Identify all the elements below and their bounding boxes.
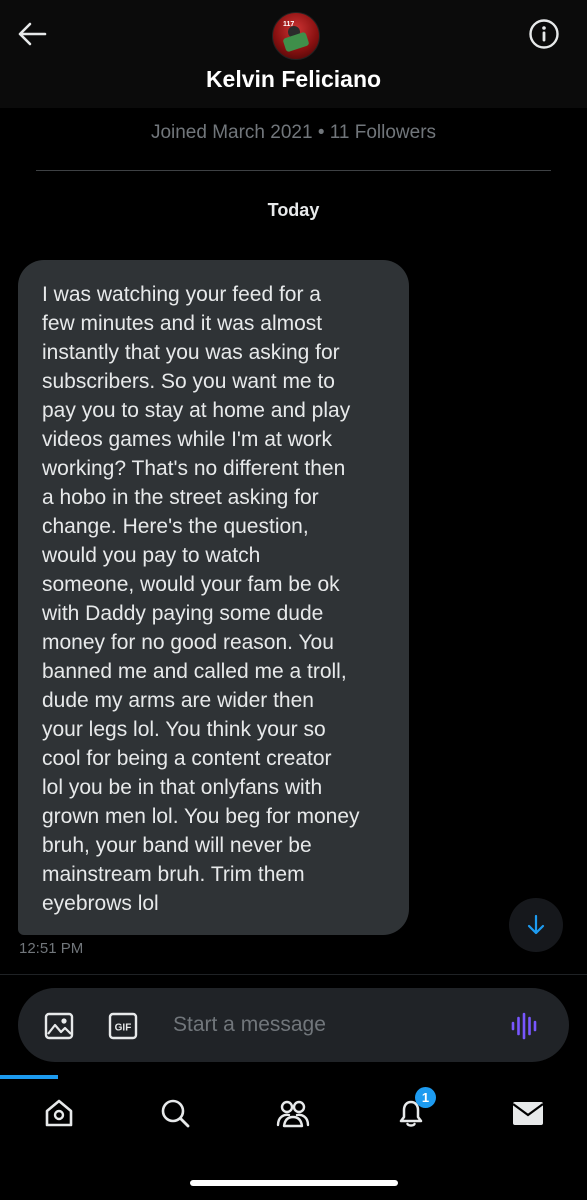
voice-message-button[interactable] [510,1012,540,1040]
tab-notifications[interactable]: 1 [391,1087,436,1133]
info-icon [529,19,559,49]
message-timestamp: 12:51 PM [19,940,84,957]
info-button[interactable] [526,16,562,52]
arrow-down-icon [527,914,545,935]
avatar-graphic [282,31,310,53]
avatar[interactable]: 117 [272,12,320,60]
add-photo-button[interactable] [44,1012,74,1040]
profile-meta: Joined March 2021 • 11 Followers [150,122,437,143]
message-text: I was watching your feed for a few minut… [42,283,360,915]
tab-messages[interactable] [508,1093,548,1133]
gif-icon: GIF [108,1012,138,1040]
profile-name[interactable]: Kelvin Feliciano [0,66,587,93]
voice-waveform-icon [511,1012,537,1040]
image-icon [44,1012,74,1040]
add-gif-button[interactable]: GIF [108,1012,138,1040]
notification-badge: 1 [415,1087,436,1108]
search-icon [161,1099,190,1128]
scroll-to-bottom-button[interactable] [509,898,563,952]
home-icon [45,1099,73,1127]
message-input[interactable] [173,1010,473,1040]
tab-communities[interactable] [273,1093,313,1133]
back-button[interactable] [14,18,50,50]
mail-icon [512,1102,544,1125]
date-separator: Today [267,200,320,220]
conversation-header: 117 Kelvin Feliciano [0,0,587,108]
gif-label: GIF [115,1023,132,1034]
divider [0,974,587,975]
tab-search[interactable] [155,1093,195,1133]
message-bubble[interactable]: I was watching your feed for a few minut… [18,260,409,935]
communities-icon [276,1100,310,1128]
divider [36,170,551,171]
tab-home[interactable] [39,1093,79,1133]
message-composer: GIF [18,988,569,1062]
home-indicator[interactable] [190,1180,398,1186]
back-arrow-icon [18,22,47,46]
